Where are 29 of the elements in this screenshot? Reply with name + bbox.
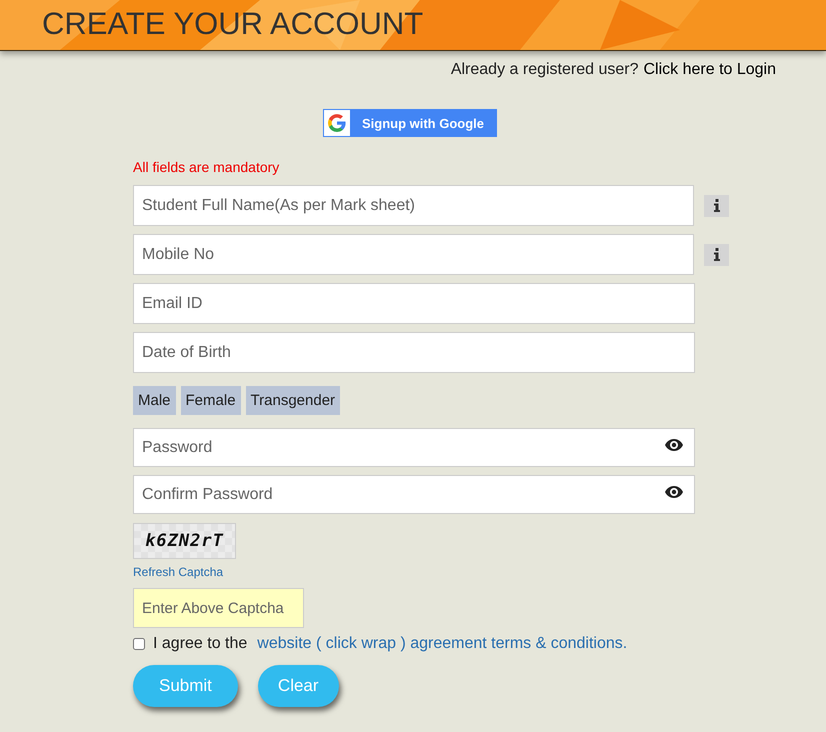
login-link[interactable]: Click here to Login (643, 61, 776, 79)
agree-checkbox[interactable] (133, 638, 145, 650)
password-field[interactable]: Confirm Password (133, 475, 695, 514)
google-signup-button[interactable]: Signup with Google (322, 109, 498, 137)
text-field[interactable]: Email ID (133, 283, 695, 324)
text-field[interactable]: Mobile No (133, 234, 694, 275)
terms-link[interactable]: website ( click wrap ) agreement terms & conditions. (257, 635, 628, 653)
clear-button[interactable]: Clear (258, 665, 339, 707)
gender-option[interactable]: Transgender (246, 386, 340, 415)
info-icon (714, 248, 720, 261)
mandatory-notice: All fields are mandatory (133, 159, 280, 177)
password-field[interactable]: Password (133, 428, 695, 467)
text-field[interactable]: Student Full Name(As per Mark sheet) (133, 185, 694, 226)
login-prompt: Already a registered user? (450, 61, 638, 79)
info-button[interactable] (704, 244, 729, 266)
gender-option[interactable]: Female (180, 386, 241, 415)
gender-option[interactable]: Male (133, 386, 176, 415)
google-icon (328, 114, 346, 132)
page-title: CREATE YOUR ACCOUNT (42, 6, 424, 42)
captcha-image: k6ZN2rT (133, 523, 236, 559)
refresh-captcha-link[interactable]: Refresh Captcha (133, 565, 224, 579)
captcha-field[interactable]: Enter Above Captcha (133, 588, 304, 628)
info-icon (714, 199, 720, 212)
eye-icon[interactable] (665, 439, 683, 451)
eye-icon[interactable] (665, 486, 683, 498)
submit-button[interactable]: Submit (133, 665, 238, 707)
agree-label: I agree to the (153, 635, 248, 653)
info-button[interactable] (704, 194, 729, 216)
text-field[interactable]: Date of Birth (133, 332, 695, 373)
